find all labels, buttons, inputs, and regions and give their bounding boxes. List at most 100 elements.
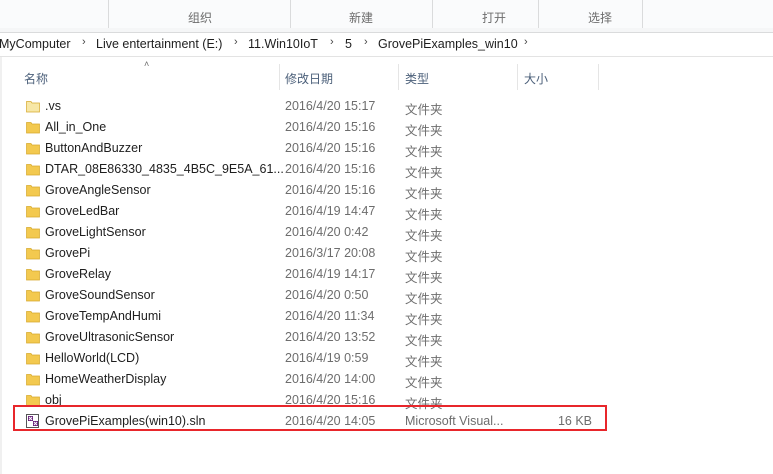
ribbon-separator	[538, 0, 539, 28]
file-row[interactable]: GroveAngleSensor 2016/4/20 15:16 文件夹	[22, 180, 606, 201]
column-header-type[interactable]: 类型	[405, 66, 515, 90]
file-name: .vs	[45, 99, 61, 113]
ribbon-separator	[290, 0, 291, 28]
chevron-right-icon[interactable]: ›	[524, 36, 528, 48]
file-row[interactable]: ButtonAndBuzzer 2016/4/20 15:16 文件夹	[22, 138, 606, 159]
file-date: 2016/4/20 0:42	[285, 225, 369, 239]
file-date: 2016/4/20 11:34	[285, 309, 375, 323]
file-row[interactable]: .vs 2016/4/20 15:17 文件夹	[22, 96, 606, 117]
breadcrumb-grovepiexamples[interactable]: GrovePiExamples_win10	[378, 37, 518, 51]
file-type: 文件夹	[405, 229, 443, 243]
file-row[interactable]: GroveSoundSensor 2016/4/20 0:50 文件夹	[22, 285, 606, 306]
address-bar[interactable]: MyComputer › Live entertainment (E:) › 1…	[0, 33, 773, 57]
breadcrumb-drive[interactable]: Live entertainment (E:)	[96, 37, 222, 51]
file-row[interactable]: GroveTempAndHumi 2016/4/20 11:34 文件夹	[22, 306, 606, 327]
chevron-right-icon[interactable]: ›	[234, 36, 238, 48]
file-type: 文件夹	[405, 334, 443, 348]
file-name: GroveLedBar	[45, 204, 120, 218]
column-header-date[interactable]: 修改日期	[285, 66, 395, 90]
breadcrumb-mycomputer[interactable]: MyComputer	[0, 37, 71, 51]
column-header-size-label: 大小	[524, 72, 549, 86]
column-divider[interactable]	[517, 64, 518, 90]
column-divider[interactable]	[598, 64, 599, 90]
column-header-name[interactable]: 名称	[24, 66, 274, 90]
column-header-type-label: 类型	[405, 72, 430, 86]
file-row[interactable]: GroveRelay 2016/4/19 14:17 文件夹	[22, 264, 606, 285]
file-row[interactable]: DTAR_08E86330_4835_4B5C_9E5A_61... 2016/4…	[22, 159, 606, 180]
file-date: 2016/4/20 15:16	[285, 183, 376, 197]
ribbon-group-select[interactable]: 选择	[588, 9, 612, 26]
file-date: 2016/4/19 0:59	[285, 351, 369, 365]
file-name: GroveTempAndHumi	[45, 309, 162, 323]
ribbon-group-new[interactable]: 新建	[349, 9, 373, 26]
file-name: HelloWorld(LCD)	[45, 351, 140, 365]
file-name: GroveLightSensor	[45, 225, 146, 239]
file-row[interactable]: All_in_One 2016/4/20 15:16 文件夹	[22, 117, 606, 138]
column-header-date-label: 修改日期	[285, 72, 334, 86]
file-name: GroveSoundSensor	[45, 288, 155, 302]
file-row[interactable]: HelloWorld(LCD) 2016/4/19 0:59 文件夹	[22, 348, 606, 369]
folder-icon	[26, 141, 40, 155]
ribbon-strip	[0, 0, 773, 28]
ribbon-group-open[interactable]: 打开	[482, 9, 506, 26]
chevron-right-icon[interactable]: ›	[82, 36, 86, 48]
folder-icon	[26, 183, 40, 197]
file-name: All_in_One	[45, 120, 107, 134]
file-date: 2016/4/19 14:47	[285, 204, 376, 218]
breadcrumb-5[interactable]: 5	[345, 37, 352, 51]
file-date: 2016/4/20 15:16	[285, 141, 376, 155]
file-name: GroveUltrasonicSensor	[45, 330, 175, 344]
file-type: 文件夹	[405, 145, 443, 159]
navigation-pane-edge	[0, 57, 2, 474]
file-name: DTAR_08E86330_4835_4B5C_9E5A_61...	[45, 162, 284, 176]
folder-icon	[26, 309, 40, 323]
ribbon-separator	[432, 0, 433, 28]
file-type: 文件夹	[405, 208, 443, 222]
column-header-size[interactable]: 大小	[524, 66, 594, 90]
file-type: 文件夹	[405, 292, 443, 306]
file-type: 文件夹	[405, 187, 443, 201]
file-row[interactable]: HomeWeatherDisplay 2016/4/20 14:00 文件夹	[22, 369, 606, 390]
folder-icon	[26, 204, 40, 218]
file-type: 文件夹	[405, 250, 443, 264]
file-row[interactable]: GroveUltrasonicSensor 2016/4/20 13:52 文件夹	[22, 327, 606, 348]
folder-icon	[26, 372, 40, 386]
file-date: 2016/4/20 15:16	[285, 120, 376, 134]
folder-icon	[26, 288, 40, 302]
file-date: 2016/4/20 0:50	[285, 288, 369, 302]
folder-icon	[26, 267, 40, 281]
folder-pale-icon	[26, 99, 40, 113]
folder-icon	[26, 351, 40, 365]
ribbon-separator	[108, 0, 109, 28]
column-divider[interactable]	[279, 64, 280, 90]
folder-icon	[26, 120, 40, 134]
file-type: 文件夹	[405, 355, 443, 369]
column-divider[interactable]	[398, 64, 399, 90]
file-type: 文件夹	[405, 271, 443, 285]
file-type: 文件夹	[405, 103, 443, 117]
ribbon-group-organize[interactable]: 组织	[188, 9, 212, 26]
file-row[interactable]: GrovePi 2016/3/17 20:08 文件夹	[22, 243, 606, 264]
chevron-right-icon[interactable]: ›	[330, 36, 334, 48]
file-date: 2016/4/20 13:52	[285, 330, 376, 344]
chevron-right-icon[interactable]: ›	[364, 36, 368, 48]
ribbon: 组织 新建 打开 选择	[0, 0, 773, 33]
breadcrumb-win10iot[interactable]: 11.Win10IoT	[248, 37, 318, 51]
file-name: GroveRelay	[45, 267, 111, 281]
file-name: GroveAngleSensor	[45, 183, 151, 197]
file-type: 文件夹	[405, 124, 443, 138]
column-header-name-label: 名称	[24, 72, 49, 86]
highlight-annotation	[13, 405, 607, 431]
file-type: 文件夹	[405, 313, 443, 327]
folder-icon	[26, 162, 40, 176]
folder-icon	[26, 225, 40, 239]
file-date: 2016/3/17 20:08	[285, 246, 376, 260]
file-type: 文件夹	[405, 376, 443, 390]
file-date: 2016/4/19 14:17	[285, 267, 376, 281]
file-row[interactable]: GroveLedBar 2016/4/19 14:47 文件夹	[22, 201, 606, 222]
ribbon-separator	[642, 0, 643, 28]
file-date: 2016/4/20 14:00	[285, 372, 376, 386]
file-row[interactable]: GroveLightSensor 2016/4/20 0:42 文件夹	[22, 222, 606, 243]
file-date: 2016/4/20 15:16	[285, 162, 376, 176]
folder-icon	[26, 330, 40, 344]
